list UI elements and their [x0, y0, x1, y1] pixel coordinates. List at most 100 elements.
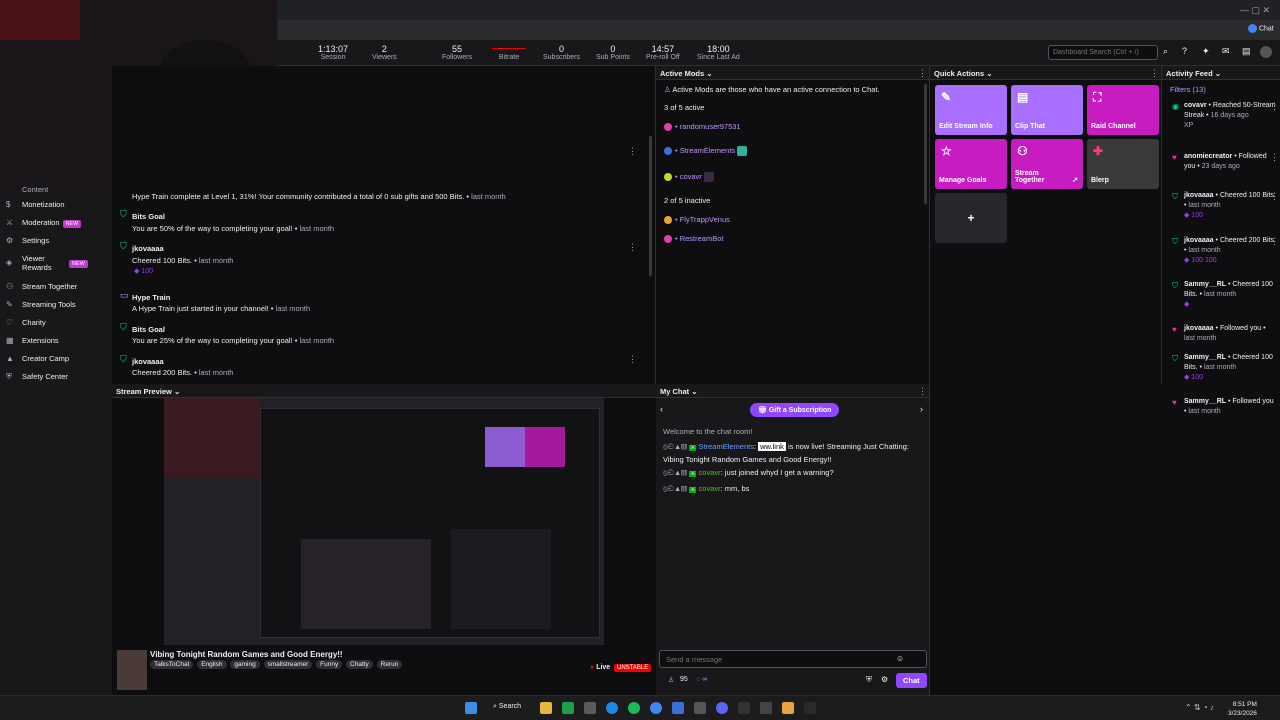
notifications-icon[interactable]: ▤: [1242, 46, 1251, 57]
sparkle-icon[interactable]: ✦: [1202, 46, 1210, 57]
mod-actions-icon[interactable]: ⦸◴▲▥: [663, 442, 687, 451]
gift-subscription-button[interactable]: 🎁︎ Gift a Subscription: [750, 403, 840, 417]
scrollbar[interactable]: [924, 84, 927, 204]
activity-item[interactable]: ⛉ Sammy__RL • Cheered 100 Bits. • last mo…: [1172, 353, 1276, 383]
more-options-icon[interactable]: ⋮: [1270, 236, 1279, 247]
search-icon[interactable]: ⌕: [1163, 46, 1168, 57]
stream-preview-header[interactable]: Stream Preview ⌄: [112, 384, 656, 398]
chat-username[interactable]: covavr: [699, 468, 721, 477]
avatar[interactable]: [1260, 46, 1272, 58]
sidebar-item-safety-center[interactable]: Safety Center: [22, 372, 68, 381]
filters-link[interactable]: Filters (13): [1170, 85, 1206, 94]
activity-item[interactable]: ♥ jkovaaaa • Followed you • last month: [1172, 324, 1276, 344]
sidebar-item-streaming-tools[interactable]: Streaming Tools: [22, 300, 76, 309]
tag[interactable]: TalksToChat: [150, 660, 194, 669]
app-icon[interactable]: [782, 702, 794, 714]
activity-item[interactable]: ⛉ Sammy__RL • Cheered 100 Bits. • last mo…: [1172, 280, 1276, 310]
mod-actions-icon[interactable]: ⦸◴▲▥: [663, 468, 687, 477]
help-icon[interactable]: ?: [1182, 46, 1187, 56]
emote-icon[interactable]: ☺: [896, 654, 904, 663]
sidebar-item-charity[interactable]: Charity: [22, 318, 46, 327]
spotify-icon[interactable]: [628, 702, 640, 714]
sidebar-item-creator-camp[interactable]: Creator Camp: [22, 354, 69, 363]
activity-item[interactable]: ♥ anomiecreator • Followed you • 23 days …: [1172, 152, 1276, 172]
app-icon[interactable]: [672, 702, 684, 714]
tag[interactable]: smallstreamer: [263, 660, 313, 669]
tag[interactable]: Funny: [316, 660, 343, 669]
edit-stream-info-button[interactable]: ✎ Edit Stream Info: [935, 85, 1007, 135]
chevron-right-icon[interactable]: ›: [920, 404, 923, 414]
shield-icon[interactable]: ⛨: [866, 675, 872, 685]
taskbar-search[interactable]: ⌕ Search: [493, 703, 521, 711]
chat-username[interactable]: covavr: [699, 484, 721, 493]
settings-icon[interactable]: [584, 702, 596, 714]
app-icon[interactable]: [694, 702, 706, 714]
chat-input[interactable]: [659, 650, 927, 668]
sidebar-item-monetization[interactable]: Monetization: [22, 200, 65, 209]
more-options-icon[interactable]: ⋮: [1270, 191, 1279, 202]
tag[interactable]: Rerun: [376, 660, 403, 669]
mod-actions-icon[interactable]: ⦸◴▲▥: [663, 484, 687, 493]
channel-points-icon[interactable]: ♙: [668, 676, 674, 684]
app-icon[interactable]: [738, 702, 750, 714]
add-quick-action-button[interactable]: +: [935, 193, 1007, 243]
activity-item[interactable]: ⛉ jkovaaaa • Cheered 200 Bits. • last mon…: [1172, 236, 1276, 266]
mod-item[interactable]: • StreamElements: [664, 146, 748, 157]
sidebar-item-extensions[interactable]: Extensions: [22, 336, 59, 345]
clip-that-button[interactable]: ▤ Clip That: [1011, 85, 1083, 135]
raid-channel-button[interactable]: ⛶ Raid Channel: [1087, 85, 1159, 135]
mod-item[interactable]: • covavr: [664, 172, 714, 183]
quick-actions-header[interactable]: Quick Actions ⌄: [930, 66, 1161, 80]
inbox-icon[interactable]: ✉: [1222, 46, 1230, 57]
profile-chip[interactable]: Chat: [1248, 24, 1274, 33]
mod-item[interactable]: • RestreamBot: [664, 234, 724, 244]
scrollbar[interactable]: [649, 136, 652, 276]
activity-item[interactable]: ♥ Sammy__RL • Followed you • last month: [1172, 397, 1276, 417]
mod-item[interactable]: • randomuser97531: [664, 122, 741, 132]
address-bar[interactable]: [278, 20, 1280, 40]
sidebar-item-viewer-rewards[interactable]: Viewer Rewards: [22, 254, 72, 272]
activity-item[interactable]: ⛉ jkovaaaa • Cheered 100 Bits. • last mon…: [1172, 191, 1276, 221]
more-options-icon[interactable]: ⋮: [918, 386, 927, 397]
file-explorer-icon[interactable]: [540, 702, 552, 714]
sidebar-item-stream-together[interactable]: Stream Together: [22, 282, 77, 291]
more-options-icon[interactable]: ⋮: [628, 354, 637, 365]
active-mods-header[interactable]: Active Mods ⌄: [656, 66, 929, 80]
tag[interactable]: English: [197, 660, 227, 669]
preview-video[interactable]: [164, 398, 604, 645]
obs-icon[interactable]: [760, 702, 772, 714]
more-options-icon[interactable]: ⋮: [628, 242, 637, 253]
more-options-icon[interactable]: ⋮: [1270, 152, 1279, 163]
chat-username[interactable]: StreamElements: [699, 442, 754, 451]
more-options-icon[interactable]: ⋮: [918, 68, 927, 79]
manage-goals-button[interactable]: ☆ Manage Goals: [935, 139, 1007, 189]
clock[interactable]: 8:51 PM 3/23/2026: [1228, 700, 1257, 718]
discord-icon[interactable]: [716, 702, 728, 714]
system-tray-icons[interactable]: ⌃ ⇅ ◔ ♪: [1185, 703, 1214, 712]
mod-item[interactable]: • FlyTrappVenus: [664, 215, 730, 225]
excel-icon[interactable]: [562, 702, 574, 714]
chrome-icon[interactable]: [650, 702, 662, 714]
app-icon[interactable]: [804, 702, 816, 714]
more-options-icon[interactable]: ⋮: [1270, 101, 1279, 112]
chat-link[interactable]: ww.link: [758, 442, 786, 451]
gear-icon[interactable]: ⚙: [881, 675, 888, 684]
dashboard-search-input[interactable]: [1048, 45, 1158, 60]
sidebar-item-content[interactable]: Content: [22, 185, 48, 194]
chat-header[interactable]: My Chat ⌄: [656, 384, 929, 398]
chat-send-button[interactable]: Chat: [896, 673, 927, 688]
activity-feed-header[interactable]: Activity Feed ⌄: [1162, 66, 1280, 80]
tag[interactable]: gaming: [230, 660, 260, 669]
sidebar-item-moderation[interactable]: Moderation NEW: [22, 218, 82, 228]
stream-together-button[interactable]: ⚇ Stream Together ↗: [1011, 139, 1083, 189]
chevron-left-icon[interactable]: ‹: [660, 404, 663, 414]
rewards-icon[interactable]: ◌ ∞: [696, 676, 707, 683]
edge-icon[interactable]: [606, 702, 618, 714]
more-options-icon[interactable]: ⋮: [1150, 68, 1159, 79]
sidebar-item-settings[interactable]: Settings: [22, 236, 49, 245]
activity-item[interactable]: ◉ covavr • Reached 50-Stream Streak • 16 …: [1172, 101, 1276, 131]
more-options-icon[interactable]: ⋮: [628, 146, 637, 157]
window-controls[interactable]: — ▢ ✕: [1240, 5, 1270, 16]
windows-start-icon[interactable]: [465, 702, 477, 714]
tag[interactable]: Chatty: [346, 660, 373, 669]
